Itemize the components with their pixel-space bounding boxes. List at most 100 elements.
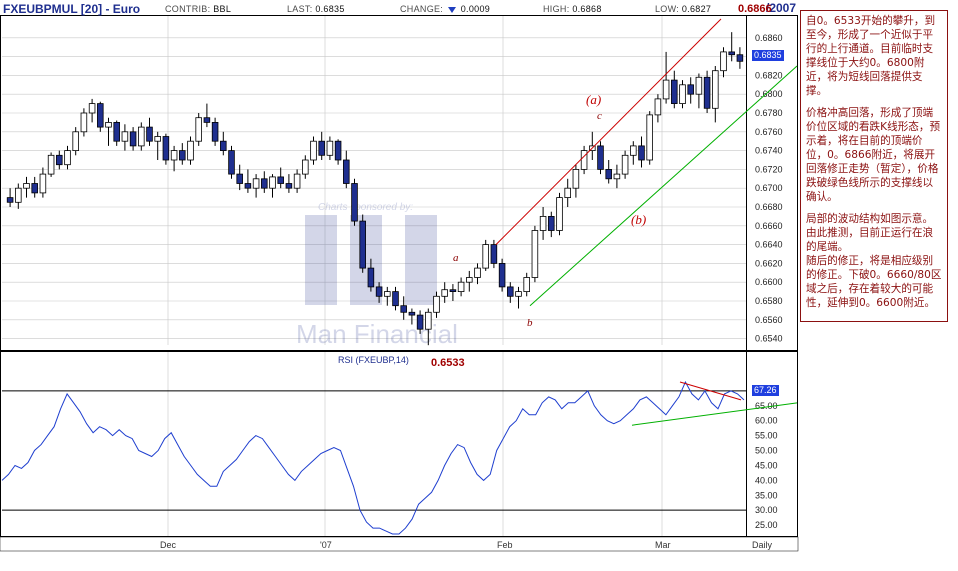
candle-body (621, 154, 629, 175)
candle (564, 178, 571, 207)
candle-body (523, 277, 530, 292)
candle-body (302, 159, 309, 175)
candle-body (695, 76, 703, 95)
watermark-bar (305, 215, 337, 305)
candle (269, 174, 276, 198)
candle (392, 286, 399, 311)
candle (613, 164, 621, 189)
candle (654, 94, 662, 123)
candle-body (490, 244, 498, 264)
candle-body (179, 150, 186, 161)
candle-body (252, 178, 260, 189)
candle (121, 124, 129, 151)
candle (343, 150, 350, 189)
candle (56, 150, 63, 170)
candle (712, 66, 719, 123)
candle-body (244, 183, 252, 189)
candle-body (728, 51, 735, 56)
change-readout: CHANGE: 0.0009 (400, 4, 490, 14)
candle-body (310, 140, 317, 161)
x-tick-daily: Daily (752, 540, 773, 550)
candle-body (343, 159, 350, 184)
candle (47, 152, 55, 177)
candle-body (408, 311, 416, 316)
rsi-tick-label: 30.00 (755, 505, 778, 515)
contrib-label: CONTRIB: (165, 4, 211, 14)
candle (228, 145, 235, 179)
last-label: LAST: (287, 4, 313, 14)
candle-body (638, 145, 645, 161)
rsi-tick-label: 40.00 (755, 475, 778, 485)
candle (302, 155, 309, 179)
candle-body (170, 150, 178, 161)
candle (195, 113, 202, 146)
candle-body (531, 230, 539, 278)
candle (285, 174, 293, 193)
x-tick-feb: Feb (497, 540, 513, 550)
low-readout: LOW: 0.6827 (655, 4, 711, 14)
rsi-line (1, 380, 745, 535)
candle (359, 214, 366, 273)
candle-body (687, 84, 694, 95)
candle (6, 188, 14, 207)
price-panel: 0.6540 0.6560 0.6580 0.6600 0.6620 0.6640 0.66… (0, 15, 799, 552)
candle-body (146, 126, 153, 142)
price-tick-label: 0.6860 (755, 33, 783, 43)
rsi-panel: 25.00 30.00 35.00 40.00 45.00 50.00 55.00 60.00… (0, 351, 798, 537)
last-value: 0.6835 (315, 4, 345, 14)
note-paragraph-3: 局部的波动结构如图示意。由此推测，目前正运行在浪的尾端。 (806, 213, 934, 253)
candle-body (285, 183, 293, 189)
rsi-tick-label: 50.00 (755, 446, 778, 456)
candle-body (80, 112, 88, 133)
rsi-tick-label: 35.00 (755, 490, 778, 500)
candle (531, 225, 539, 283)
contrib-readout: CONTRIB: BBL (165, 4, 231, 14)
candle-body (162, 136, 170, 161)
change-label: CHANGE: (400, 4, 444, 14)
candle-body (498, 262, 506, 288)
candle-body (466, 277, 473, 283)
candle (293, 169, 301, 193)
subwave-a-label: a (453, 252, 459, 264)
price-tick-label: 0.6820 (755, 70, 783, 80)
candle (23, 176, 30, 198)
candle (211, 117, 219, 146)
candle-body (88, 103, 96, 114)
candle (334, 139, 342, 165)
candle (15, 183, 22, 209)
candle (736, 47, 744, 69)
subwave-c-label: c (597, 110, 602, 122)
price-tick-label: 0.6700 (755, 183, 783, 193)
price-tick-label: 0.6660 (755, 221, 783, 231)
candle (671, 70, 678, 109)
candle-body (293, 173, 301, 189)
chart-title: FXEUBPMUL [20] - Euro (3, 2, 141, 16)
candle (638, 136, 645, 168)
subwave-b-label: b (527, 317, 533, 329)
candle (326, 136, 334, 160)
candle-body (457, 281, 465, 293)
candle-body (47, 154, 55, 175)
peak-price-label: 0.6866 (738, 3, 772, 15)
note-paragraph-2: 价格冲高回落，形成了顶端价位区域的看跌K线形态，预示着，将在目前的顶端价位，0。… (806, 107, 941, 203)
candle (72, 127, 79, 156)
candle-body (129, 131, 137, 147)
candle-body (318, 140, 325, 156)
candle-body (392, 291, 399, 307)
candle (523, 272, 530, 297)
candle (88, 98, 96, 123)
candle (261, 171, 268, 193)
price-tick-label: 0.6620 (755, 258, 783, 268)
candle-body (154, 136, 161, 142)
candle-body (433, 295, 440, 313)
candle-body (23, 183, 30, 189)
low-value: 0.6827 (681, 4, 712, 14)
candle-body (56, 154, 63, 166)
candle (597, 141, 604, 175)
candle (482, 239, 489, 271)
candle (507, 282, 514, 303)
candle-body (236, 173, 243, 184)
candle (662, 51, 670, 104)
candle-body (105, 122, 112, 128)
candle (179, 143, 186, 165)
